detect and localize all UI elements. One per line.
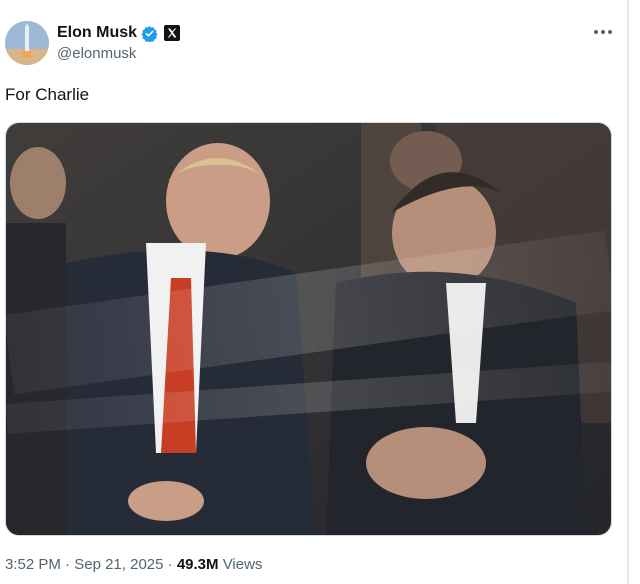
post-photo[interactable] [5, 122, 612, 536]
avatar[interactable] [5, 21, 49, 65]
author-name-row: Elon Musk [57, 23, 181, 43]
more-options-icon[interactable] [590, 22, 616, 42]
views-count: 49.3M [176, 556, 219, 573]
verified-badge-icon [141, 25, 158, 43]
post-meta: 3:52 PM · Sep 21, 2025 · 49.3M Views [5, 555, 262, 575]
post-text: For Charlie [5, 85, 90, 104]
post-time[interactable]: 3:52 PM [5, 556, 61, 573]
author-handle[interactable]: @elonmusk [57, 44, 136, 64]
views-label: Views [222, 556, 263, 573]
meta-separator-2: · [167, 556, 173, 573]
display-name[interactable]: Elon Musk [57, 23, 137, 43]
divider [627, 0, 629, 584]
post-date[interactable]: Sep 21, 2025 [74, 556, 163, 573]
meta-separator: · [65, 556, 71, 573]
x-logo-icon [164, 25, 181, 41]
